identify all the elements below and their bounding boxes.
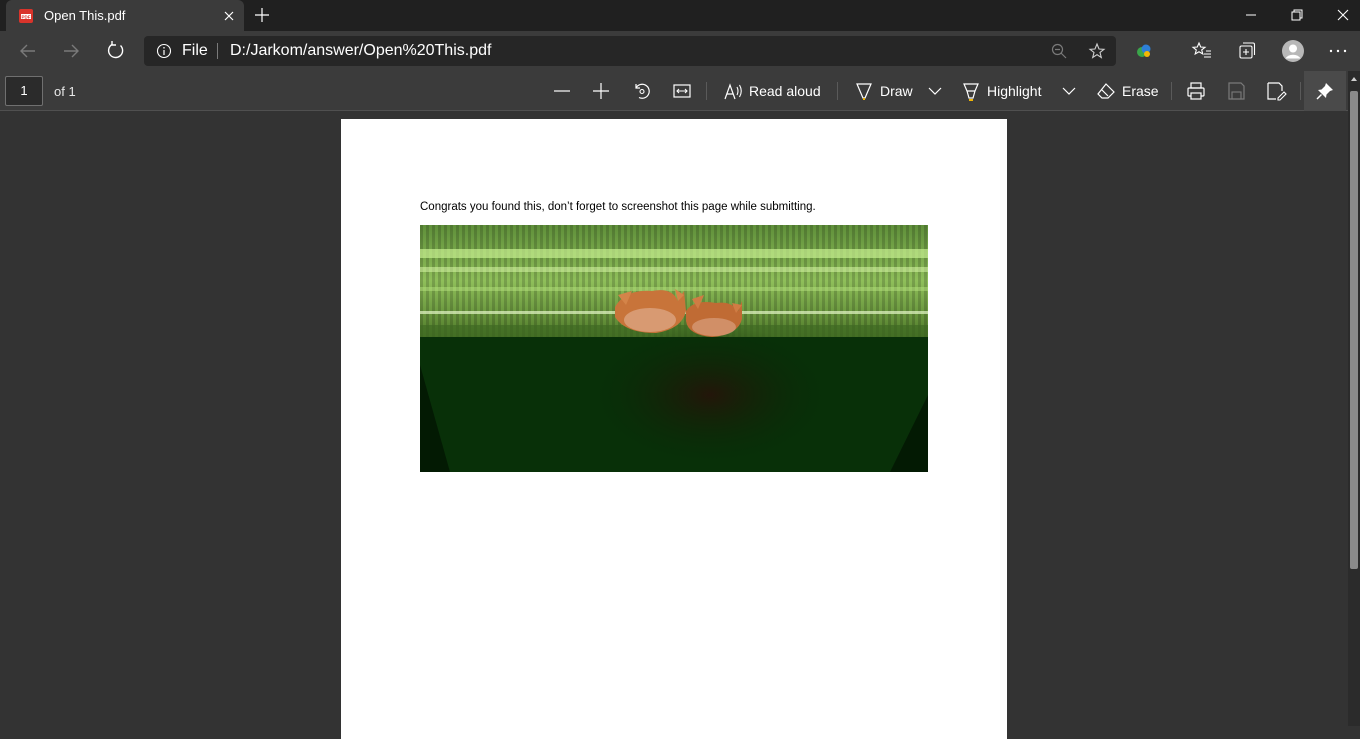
page-number-input[interactable]: 1 [5, 76, 43, 106]
toolbar-separator [837, 82, 838, 100]
read-aloud-icon [724, 83, 742, 100]
pdf-viewer[interactable]: Congrats you found this, don’t forget to… [0, 111, 1348, 739]
plus-icon [593, 83, 609, 99]
page-total-label: of 1 [54, 84, 76, 99]
back-arrow-icon[interactable] [15, 38, 41, 64]
scroll-up-arrow-icon[interactable] [1350, 75, 1358, 83]
highlighter-icon [963, 83, 979, 101]
draw-button[interactable]: Draw [854, 80, 913, 102]
pdf-page: Congrats you found this, don’t forget to… [341, 119, 1007, 739]
printer-icon [1187, 82, 1205, 100]
save-as-button[interactable] [1265, 80, 1287, 102]
highlight-button[interactable]: Highlight [961, 80, 1041, 102]
print-button[interactable] [1185, 80, 1207, 102]
svg-text:PDF: PDF [22, 14, 31, 19]
more-options-icon[interactable] [1327, 40, 1349, 62]
refresh-icon[interactable] [103, 38, 129, 64]
forward-arrow-icon[interactable] [58, 38, 84, 64]
erase-label: Erase [1122, 83, 1159, 99]
read-aloud-label: Read aloud [749, 83, 821, 99]
eraser-icon [1097, 83, 1115, 99]
toolbar-separator [1171, 82, 1172, 100]
address-divider [217, 43, 218, 59]
vertical-scrollbar[interactable] [1348, 71, 1360, 726]
extension-icon[interactable] [1133, 40, 1155, 62]
close-tab-icon[interactable] [220, 7, 238, 25]
navigation-bar: File D:/Jarkom/answer/Open%20This.pdf [0, 31, 1360, 71]
fit-width-icon [673, 84, 691, 98]
restore-icon[interactable] [1274, 0, 1320, 31]
collections-icon[interactable] [1235, 40, 1257, 62]
draw-pen-icon [856, 83, 872, 100]
document-text: Congrats you found this, don’t forget to… [420, 201, 816, 213]
profile-avatar-icon[interactable] [1281, 39, 1305, 63]
tab-strip: PDF Open This.pdf [0, 0, 1360, 31]
site-scheme-label[interactable]: File [182, 42, 208, 60]
favorite-star-icon[interactable] [1088, 42, 1106, 60]
zoom-out-button[interactable] [551, 80, 573, 102]
minimize-icon[interactable] [1228, 0, 1274, 31]
highlight-options-chevron-down-icon[interactable] [1060, 80, 1078, 102]
toolbar-separator [706, 82, 707, 100]
document-image [420, 225, 928, 472]
save-button[interactable] [1225, 80, 1247, 102]
scrollbar-thumb[interactable] [1350, 91, 1358, 569]
address-bar[interactable]: File D:/Jarkom/answer/Open%20This.pdf [144, 36, 1116, 66]
fit-to-width-button[interactable] [671, 80, 693, 102]
toolbar-separator [1300, 82, 1301, 100]
info-icon[interactable] [156, 43, 172, 59]
new-tab-plus-icon[interactable] [252, 5, 272, 25]
save-as-icon [1267, 82, 1287, 101]
pdf-toolbar: 1 of 1 Read aloud Draw Highlight Erase [0, 71, 1348, 111]
rotate-button[interactable] [631, 80, 653, 102]
draw-options-chevron-down-icon[interactable] [926, 80, 944, 102]
pin-toolbar-button[interactable] [1304, 71, 1346, 111]
read-aloud-button[interactable]: Read aloud [723, 80, 821, 102]
erase-button[interactable]: Erase [1096, 80, 1159, 102]
url-text[interactable]: D:/Jarkom/answer/Open%20This.pdf [230, 42, 491, 60]
minus-icon [554, 90, 570, 92]
highlight-label: Highlight [987, 83, 1042, 99]
draw-label: Draw [880, 83, 913, 99]
save-disk-icon [1228, 82, 1245, 100]
tab-title: Open This.pdf [44, 8, 126, 23]
pdf-file-icon: PDF [19, 9, 33, 23]
pin-icon [1316, 83, 1333, 100]
zoom-magnifier-icon[interactable] [1050, 42, 1068, 60]
close-window-icon[interactable] [1320, 0, 1360, 31]
tab-open-this-pdf[interactable]: PDF Open This.pdf [6, 0, 244, 31]
zoom-in-button[interactable] [590, 80, 612, 102]
favorites-list-icon[interactable] [1191, 40, 1213, 62]
rotate-icon [635, 83, 650, 99]
